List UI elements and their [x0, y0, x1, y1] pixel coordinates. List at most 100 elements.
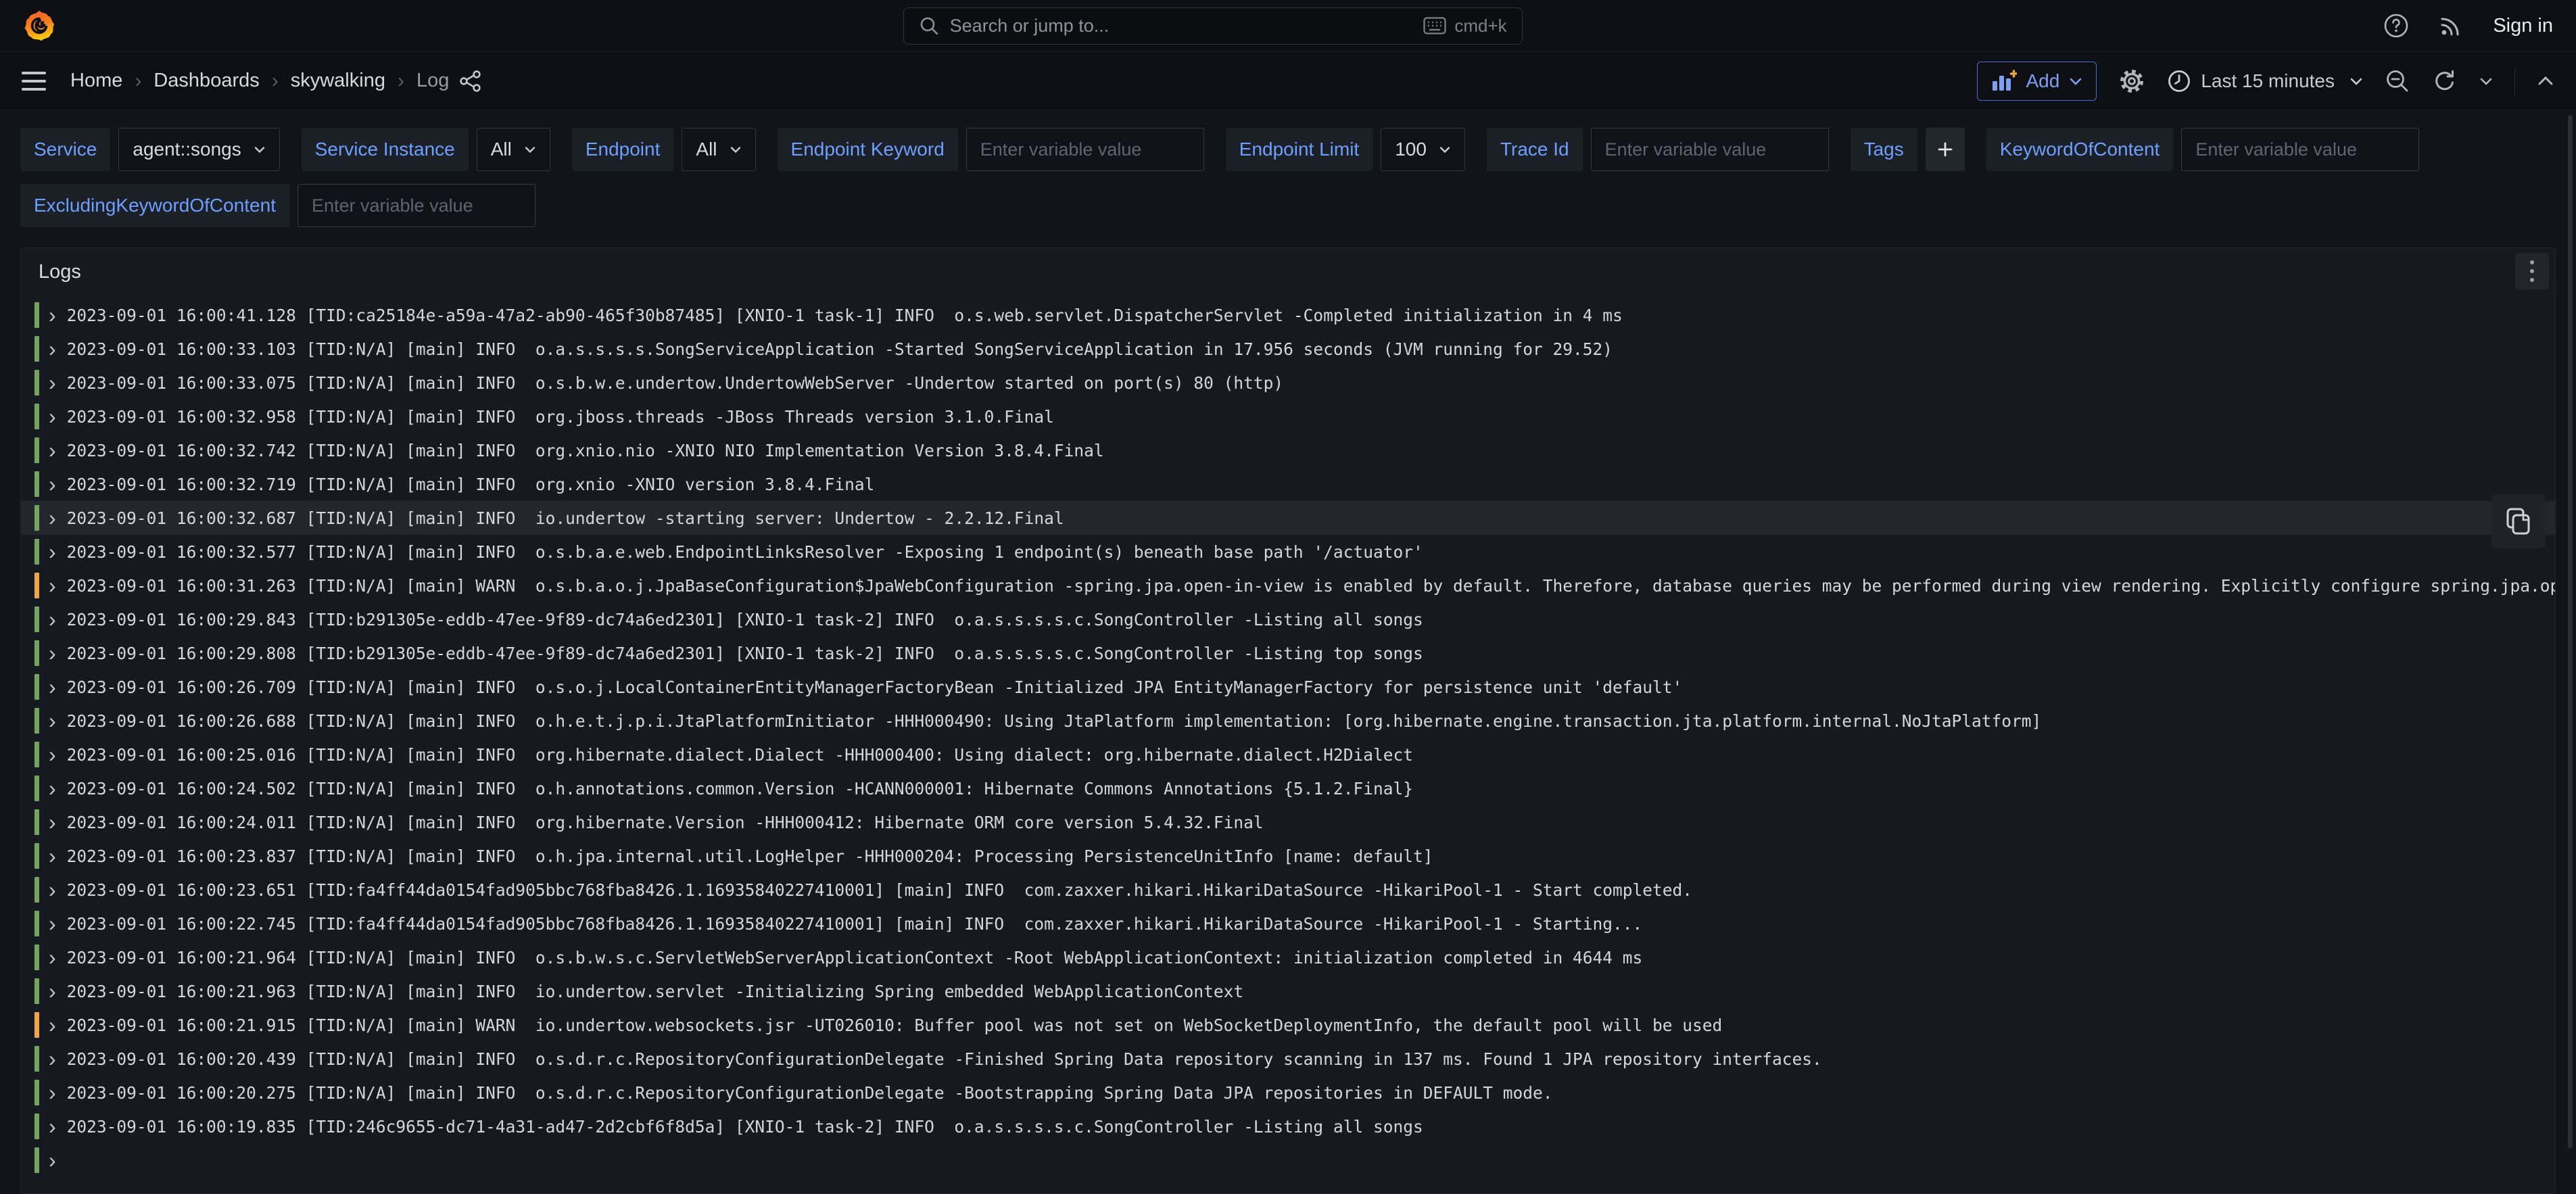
log-row[interactable]: ›2023-09-01 16:00:32.958 [TID:N/A] [main…	[21, 400, 2555, 433]
menu-icon[interactable]	[22, 72, 46, 91]
page-scrollbar[interactable]	[2568, 115, 2573, 1148]
expand-row-chevron-icon[interactable]: ›	[49, 640, 56, 666]
variable-input-excludingkeywordofcontent[interactable]	[297, 184, 535, 227]
log-row[interactable]: ›2023-09-01 16:00:24.011 [TID:N/A] [main…	[21, 805, 2555, 839]
copy-icon[interactable]	[2491, 494, 2546, 548]
variable-dropdown-endpoint[interactable]: All	[682, 128, 755, 171]
chevron-down-icon	[2069, 76, 2082, 86]
add-tag-button[interactable]	[1926, 128, 1965, 171]
share-icon[interactable]	[458, 69, 483, 93]
log-row[interactable]: ›2023-09-01 16:00:26.709 [TID:N/A] [main…	[21, 670, 2555, 704]
log-row[interactable]: ›2023-09-01 16:00:32.742 [TID:N/A] [main…	[21, 433, 2555, 467]
expand-row-chevron-icon[interactable]: ›	[49, 978, 56, 1004]
variable-dropdown-service-instance[interactable]: All	[477, 128, 550, 171]
panel-menu-icon[interactable]	[2515, 253, 2549, 289]
log-row[interactable]: ›2023-09-01 16:00:29.843 [TID:b291305e-e…	[21, 602, 2555, 636]
help-icon[interactable]	[2383, 13, 2409, 39]
variable-input-trace-id[interactable]	[1591, 128, 1829, 171]
refresh-interval-chevron-icon[interactable]	[2479, 76, 2493, 86]
breadcrumb-item-skywalking[interactable]: skywalking	[291, 70, 385, 92]
variables-row-1: Serviceagent::songsService InstanceAllEn…	[20, 128, 2556, 176]
variable-tags: Tags	[1851, 128, 1965, 171]
log-row[interactable]: ›2023-09-01 16:00:32.577 [TID:N/A] [main…	[21, 535, 2555, 569]
variables-row-2: ExcludingKeywordOfContent	[20, 184, 2556, 233]
log-message: 2023-09-01 16:00:24.502 [TID:N/A] [main]…	[67, 779, 1413, 798]
expand-row-chevron-icon[interactable]: ›	[49, 336, 56, 362]
top-nav-bar: Search or jump to... cmd+k	[0, 0, 2576, 52]
expand-row-chevron-icon[interactable]: ›	[49, 843, 56, 869]
log-row[interactable]: ›2023-09-01 16:00:29.808 [TID:b291305e-e…	[21, 636, 2555, 670]
dashboard-variables: Serviceagent::songsService InstanceAllEn…	[0, 110, 2576, 233]
expand-row-chevron-icon[interactable]: ›	[49, 1080, 56, 1105]
log-row[interactable]: ›2023-09-01 16:00:33.103 [TID:N/A] [main…	[21, 332, 2555, 366]
log-row[interactable]: ›2023-09-01 16:00:32.687 [TID:N/A] [main…	[21, 501, 2555, 535]
zoom-out-icon[interactable]	[2385, 68, 2410, 94]
log-message: 2023-09-01 16:00:26.688 [TID:N/A] [main]…	[67, 711, 2042, 731]
variable-dropdown-endpoint-limit[interactable]: 100	[1381, 128, 1465, 171]
expand-row-chevron-icon[interactable]: ›	[49, 674, 56, 700]
expand-row-chevron-icon[interactable]: ›	[49, 742, 56, 767]
dashboard-toolbar: Home›Dashboards›skywalking›Log Add	[0, 52, 2576, 110]
log-message: 2023-09-01 16:00:25.016 [TID:N/A] [main]…	[67, 745, 1413, 765]
news-rss-icon[interactable]	[2439, 14, 2463, 38]
breadcrumb-item-dashboards[interactable]: Dashboards	[153, 70, 259, 92]
expand-row-chevron-icon[interactable]: ›	[49, 471, 56, 497]
log-level-bar-info	[34, 505, 39, 531]
log-row[interactable]: ›2023-09-01 16:00:41.128 [TID:ca25184e-a…	[21, 298, 2555, 332]
log-row[interactable]: ›2023-09-01 16:00:31.263 [TID:N/A] [main…	[21, 569, 2555, 602]
expand-row-chevron-icon[interactable]: ›	[49, 370, 56, 396]
expand-row-chevron-icon[interactable]: ›	[49, 1012, 56, 1038]
log-row[interactable]: ›2023-09-01 16:00:21.964 [TID:N/A] [main…	[21, 940, 2555, 974]
expand-row-chevron-icon[interactable]: ›	[49, 877, 56, 903]
log-row[interactable]: › 2023-09-01 16:00:24.502 [TID:N/A] [main…	[21, 771, 2555, 805]
log-level-bar-info	[34, 370, 39, 396]
log-row[interactable]: ›2023-09-01 16:00:21.963 [TID:N/A] [main…	[21, 974, 2555, 1008]
expand-row-chevron-icon[interactable]: ›	[49, 1114, 56, 1139]
log-row[interactable]: ›2023-09-01 16:00:21.915 [TID:N/A] [main…	[21, 1008, 2555, 1042]
breadcrumb-separator-icon: ›	[398, 70, 404, 93]
sign-in-button[interactable]: Sign in	[2493, 15, 2553, 37]
log-level-bar-info	[34, 742, 39, 767]
expand-row-chevron-icon[interactable]: ›	[49, 505, 56, 531]
expand-row-chevron-icon[interactable]: ›	[49, 539, 56, 565]
log-row[interactable]: ›2023-09-01 16:00:19.835 [TID:246c9655-d…	[21, 1109, 2555, 1143]
variable-input-endpoint-keyword[interactable]	[966, 128, 1204, 171]
expand-row-chevron-icon[interactable]: ›	[49, 911, 56, 936]
log-row[interactable]: ›	[21, 1143, 2555, 1177]
log-row[interactable]: ›2023-09-01 16:00:20.275 [TID:N/A] [main…	[21, 1076, 2555, 1109]
log-row[interactable]: ›2023-09-01 16:00:20.439 [TID:N/A] [main…	[21, 1042, 2555, 1076]
log-row[interactable]: › 2023-09-01 16:00:26.688 [TID:N/A] [main…	[21, 704, 2555, 738]
expand-row-chevron-icon[interactable]: ›	[49, 404, 56, 429]
log-row[interactable]: ›2023-09-01 16:00:33.075 [TID:N/A] [main…	[21, 366, 2555, 400]
search-input[interactable]: Search or jump to... cmd+k	[903, 7, 1523, 45]
log-row[interactable]: ›2023-09-01 16:00:32.719 [TID:N/A] [main…	[21, 467, 2555, 501]
expand-row-chevron-icon[interactable]: ›	[49, 573, 56, 598]
expand-row-chevron-icon[interactable]: ›	[49, 945, 56, 970]
log-row[interactable]: ›2023-09-01 16:00:23.837 [TID:N/A] [main…	[21, 839, 2555, 873]
expand-row-chevron-icon[interactable]: ›	[49, 437, 56, 463]
expand-row-chevron-icon[interactable]: ›	[49, 1147, 56, 1173]
variable-dropdown-service[interactable]: agent::songs	[118, 128, 279, 171]
add-panel-button[interactable]: Add	[1977, 62, 2097, 101]
log-row[interactable]: › 2023-09-01 16:00:25.016 [TID:N/A] [main…	[21, 738, 2555, 771]
variable-input-keywordofcontent[interactable]	[2181, 128, 2419, 171]
expand-row-chevron-icon[interactable]: ›	[49, 606, 56, 632]
log-level-bar-info	[34, 674, 39, 700]
expand-row-chevron-icon[interactable]: ›	[49, 809, 56, 835]
log-row[interactable]: ›2023-09-01 16:00:23.651 [TID:fa4ff44da0…	[21, 873, 2555, 907]
log-level-bar-info	[34, 471, 39, 497]
collapse-up-icon[interactable]	[2537, 75, 2554, 87]
expand-row-chevron-icon[interactable]: ›	[49, 302, 56, 328]
expand-row-chevron-icon[interactable]: ›	[49, 1046, 56, 1072]
refresh-icon[interactable]	[2432, 68, 2458, 94]
logs-panel-header[interactable]: Logs	[21, 248, 2555, 295]
expand-row-chevron-icon[interactable]: ›	[49, 775, 56, 801]
time-range-picker[interactable]: Last 15 minutes	[2167, 69, 2363, 93]
dashboard-settings-icon[interactable]	[2118, 68, 2145, 95]
variable-endpoint-keyword: Endpoint Keyword	[778, 128, 1204, 171]
breadcrumb-item-home[interactable]: Home	[70, 70, 122, 92]
log-row[interactable]: ›2023-09-01 16:00:22.745 [TID:fa4ff44da0…	[21, 907, 2555, 940]
grafana-logo[interactable]	[23, 9, 55, 42]
expand-row-chevron-icon[interactable]: ›	[49, 708, 56, 734]
log-level-bar-info	[34, 843, 39, 869]
